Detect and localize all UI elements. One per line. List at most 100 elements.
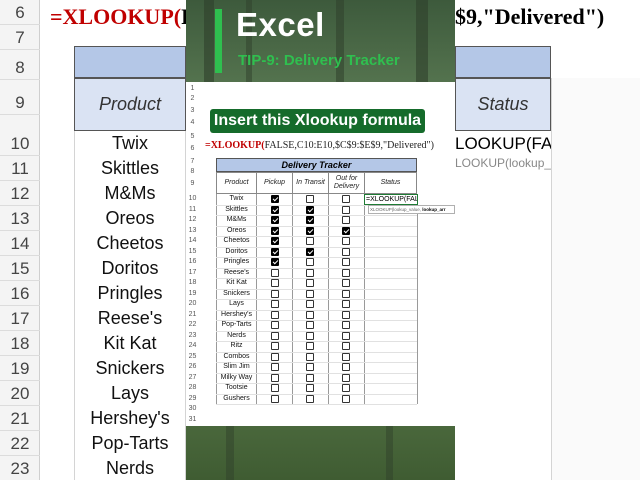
- out-for-delivery-checkbox[interactable]: [342, 289, 350, 298]
- pickup-checkbox[interactable]: [271, 373, 279, 382]
- row-number: 12: [188, 216, 197, 223]
- in-transit-checkbox[interactable]: [306, 363, 314, 372]
- pickup-checkbox[interactable]: [271, 363, 279, 372]
- pickup-checkbox[interactable]: [271, 289, 279, 298]
- pickup-checkbox[interactable]: [271, 394, 279, 403]
- out-for-delivery-checkbox[interactable]: [342, 310, 350, 319]
- in-transit-checkbox[interactable]: [306, 195, 314, 204]
- row-number: 3: [190, 107, 195, 114]
- pickup-checkbox[interactable]: [271, 384, 279, 393]
- in-transit-checkbox[interactable]: [306, 331, 314, 340]
- in-transit-checkbox[interactable]: [306, 205, 314, 214]
- row-number: 6: [190, 145, 195, 152]
- in-transit-checkbox[interactable]: [306, 247, 314, 256]
- pickup-checkbox[interactable]: [271, 205, 279, 214]
- out-for-delivery-checkbox[interactable]: [342, 331, 350, 340]
- product-cell: Pop-Tarts: [221, 321, 252, 328]
- out-for-delivery-checkbox[interactable]: [342, 226, 350, 235]
- status-cell-editor[interactable]: =XLOOKUP(FALSE,: [364, 194, 418, 205]
- in-transit-checkbox[interactable]: [306, 300, 314, 309]
- in-transit-checkbox[interactable]: [306, 394, 314, 403]
- product-cell: Kit Kat: [226, 279, 247, 286]
- product-cell: Reese's: [223, 268, 250, 276]
- pickup-checkbox[interactable]: [271, 279, 279, 288]
- in-transit-checkbox[interactable]: [306, 237, 314, 246]
- out-for-delivery-checkbox[interactable]: [342, 279, 350, 288]
- out-for-delivery-checkbox[interactable]: [342, 342, 350, 351]
- in-transit-checkbox[interactable]: [306, 321, 314, 330]
- in-transit-checkbox[interactable]: [306, 342, 314, 351]
- in-transit-checkbox[interactable]: [306, 226, 314, 235]
- table-row-line: [216, 404, 417, 405]
- tooltip-prefix: XLOOKUP(lookup_value,: [370, 207, 423, 212]
- out-for-delivery-checkbox[interactable]: [342, 195, 350, 204]
- product-cell: Pringles: [223, 258, 250, 265]
- background-row-number: 15: [0, 256, 40, 281]
- background-row-number: 7: [0, 25, 40, 50]
- in-transit-checkbox[interactable]: [306, 310, 314, 319]
- out-for-delivery-checkbox[interactable]: [342, 216, 350, 225]
- tree-trunk: [386, 425, 393, 480]
- in-transit-checkbox[interactable]: [306, 258, 314, 267]
- background-product-cell: Snickers: [95, 358, 165, 378]
- pickup-checkbox[interactable]: [271, 342, 279, 351]
- out-for-delivery-checkbox[interactable]: [342, 373, 350, 382]
- background-product-cell: Hershey's: [90, 408, 170, 428]
- background-product-cell: Pringles: [97, 283, 163, 303]
- pickup-checkbox[interactable]: [271, 258, 279, 267]
- background-row-number: 13: [0, 206, 40, 231]
- in-transit-checkbox[interactable]: [306, 289, 314, 298]
- tree-trunk: [226, 420, 234, 480]
- row-number: 28: [188, 384, 197, 391]
- out-for-delivery-checkbox[interactable]: [342, 363, 350, 372]
- row-number: 14: [188, 237, 197, 244]
- out-for-delivery-checkbox[interactable]: [342, 205, 350, 214]
- pickup-checkbox[interactable]: [271, 300, 279, 309]
- out-for-delivery-checkbox[interactable]: [342, 300, 350, 309]
- out-for-delivery-checkbox[interactable]: [342, 384, 350, 393]
- pickup-checkbox[interactable]: [271, 352, 279, 361]
- in-transit-checkbox[interactable]: [306, 216, 314, 225]
- in-transit-checkbox[interactable]: [306, 352, 314, 361]
- pickup-checkbox[interactable]: [271, 216, 279, 225]
- out-for-delivery-checkbox[interactable]: [342, 237, 350, 246]
- in-transit-checkbox[interactable]: [306, 268, 314, 277]
- background-product-cell: Skittles: [100, 158, 160, 178]
- pickup-checkbox[interactable]: [271, 237, 279, 246]
- table-title: Delivery Tracker: [216, 158, 417, 172]
- out-for-delivery-checkbox[interactable]: [342, 394, 350, 403]
- pickup-checkbox[interactable]: [271, 321, 279, 330]
- background-row-number: 18: [0, 331, 40, 356]
- background-formula-function: =XLOOKUP(: [50, 4, 182, 29]
- out-for-delivery-checkbox[interactable]: [342, 321, 350, 330]
- pickup-checkbox[interactable]: [271, 331, 279, 340]
- in-transit-checkbox[interactable]: [306, 279, 314, 288]
- background-product-cell: Twix: [112, 133, 148, 153]
- background-row-number: 6: [0, 0, 40, 25]
- background-product-cell: Cheetos: [96, 233, 164, 253]
- product-cell: Skittles: [225, 205, 248, 213]
- tip-title: TIP-9: Delivery Tracker: [238, 52, 400, 69]
- product-cell: Snickers: [223, 289, 250, 297]
- pickup-checkbox[interactable]: [271, 268, 279, 277]
- in-transit-checkbox[interactable]: [306, 373, 314, 382]
- product-cell: Ritz: [230, 342, 243, 349]
- pickup-checkbox[interactable]: [271, 247, 279, 256]
- row-number: 9: [190, 180, 195, 187]
- product-cell: Doritos: [225, 247, 248, 255]
- in-transit-checkbox[interactable]: [306, 384, 314, 393]
- out-for-delivery-checkbox[interactable]: [342, 247, 350, 256]
- header-out-for-delivery: Out for Delivery: [328, 172, 365, 194]
- row-number: 25: [188, 353, 197, 360]
- pickup-checkbox[interactable]: [271, 226, 279, 235]
- background-row-number: 9: [0, 90, 40, 115]
- background-row-number: 16: [0, 281, 40, 306]
- out-for-delivery-checkbox[interactable]: [342, 258, 350, 267]
- out-for-delivery-checkbox[interactable]: [342, 268, 350, 277]
- product-cell: Nerds: [227, 331, 246, 339]
- pickup-checkbox[interactable]: [271, 310, 279, 319]
- out-for-delivery-checkbox[interactable]: [342, 352, 350, 361]
- pickup-checkbox[interactable]: [271, 195, 279, 204]
- background-status-header: Status: [455, 78, 551, 131]
- background-status-cell[interactable]: LOOKUP(FALSE,: [455, 131, 551, 156]
